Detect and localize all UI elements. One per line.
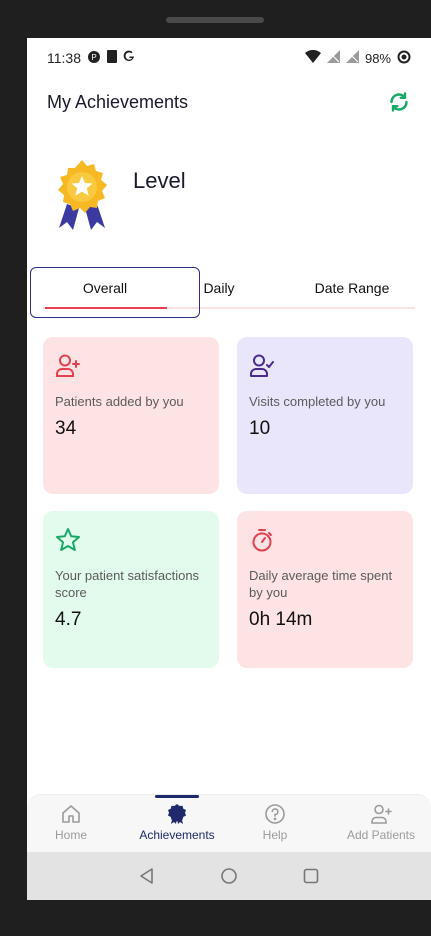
tab-date-range-label: Date Range — [314, 280, 390, 296]
level-section: Level — [53, 158, 186, 232]
app-header: My Achievements — [47, 90, 411, 114]
stat-value: 34 — [55, 418, 77, 439]
status-time: 11:38 — [47, 50, 81, 66]
page-title: My Achievements — [47, 91, 189, 112]
system-navigation-bar — [27, 852, 431, 900]
tab-date-range[interactable]: Date Range — [289, 269, 415, 307]
stat-card-patients-added: Patients added by you 34 — [43, 337, 219, 494]
nav-label-home: Home — [54, 828, 87, 842]
stat-label: Patients added by you — [55, 394, 184, 409]
user-add-icon — [55, 353, 81, 379]
user-check-icon — [249, 353, 275, 379]
device-frame: 11:38 P 98% My Achievements Level Overal… — [0, 0, 431, 936]
status-bar: 11:38 P 98% — [27, 38, 431, 78]
home-circle-icon[interactable] — [217, 864, 241, 888]
signal-icon-2 — [345, 50, 359, 66]
app-screen: 11:38 P 98% My Achievements Level Overal… — [27, 38, 431, 900]
active-nav-indicator — [155, 795, 199, 798]
nav-item-help[interactable]: Help — [227, 803, 323, 842]
tab-daily-label: Daily — [203, 280, 235, 296]
recent-apps-icon[interactable] — [299, 864, 323, 888]
wifi-icon — [304, 49, 321, 66]
stat-value: 4.7 — [55, 609, 82, 630]
help-icon — [264, 803, 286, 825]
stat-card-visits-completed: Visits completed by you 10 — [237, 337, 413, 494]
nav-label-help: Help — [262, 828, 288, 842]
stat-label: Daily average time spent by you — [249, 568, 393, 600]
stat-card-satisfaction-score: Your patient satisfactions score 4.7 — [43, 511, 219, 668]
refresh-icon[interactable] — [387, 90, 411, 114]
stopwatch-icon — [249, 527, 275, 553]
device-speaker — [166, 17, 264, 23]
bottom-navigation: Home Achievements Help Add Patients — [27, 794, 431, 852]
tab-focus-highlight — [30, 267, 200, 318]
stat-label: Your patient satisfactions score — [55, 568, 200, 600]
nav-item-achievements[interactable]: Achievements — [129, 803, 225, 842]
battery-icon — [397, 50, 411, 67]
stat-card-daily-time: Daily average time spent by you 0h 14m — [237, 511, 413, 668]
badge-icon — [166, 803, 188, 825]
star-icon — [55, 527, 81, 553]
back-icon[interactable] — [135, 864, 159, 888]
stat-value: 0h 14m — [249, 609, 313, 630]
stat-label: Visits completed by you — [249, 394, 386, 409]
notification-icon: P — [87, 50, 101, 67]
level-label: Level — [133, 168, 186, 193]
nav-label-add-patients: Add Patients — [346, 828, 416, 842]
svg-text:P: P — [91, 53, 96, 62]
google-icon — [123, 50, 135, 66]
level-badge-icon — [53, 158, 111, 232]
signal-icon — [326, 50, 340, 66]
battery-percent: 98% — [364, 50, 391, 66]
home-icon — [60, 803, 82, 825]
sim-card-icon — [107, 50, 117, 66]
stat-value: 10 — [249, 418, 271, 439]
user-add-icon — [370, 803, 392, 825]
nav-item-add-patients[interactable]: Add Patients — [333, 803, 429, 842]
nav-label-achievements: Achievements — [139, 828, 215, 842]
nav-item-home[interactable]: Home — [27, 803, 119, 842]
